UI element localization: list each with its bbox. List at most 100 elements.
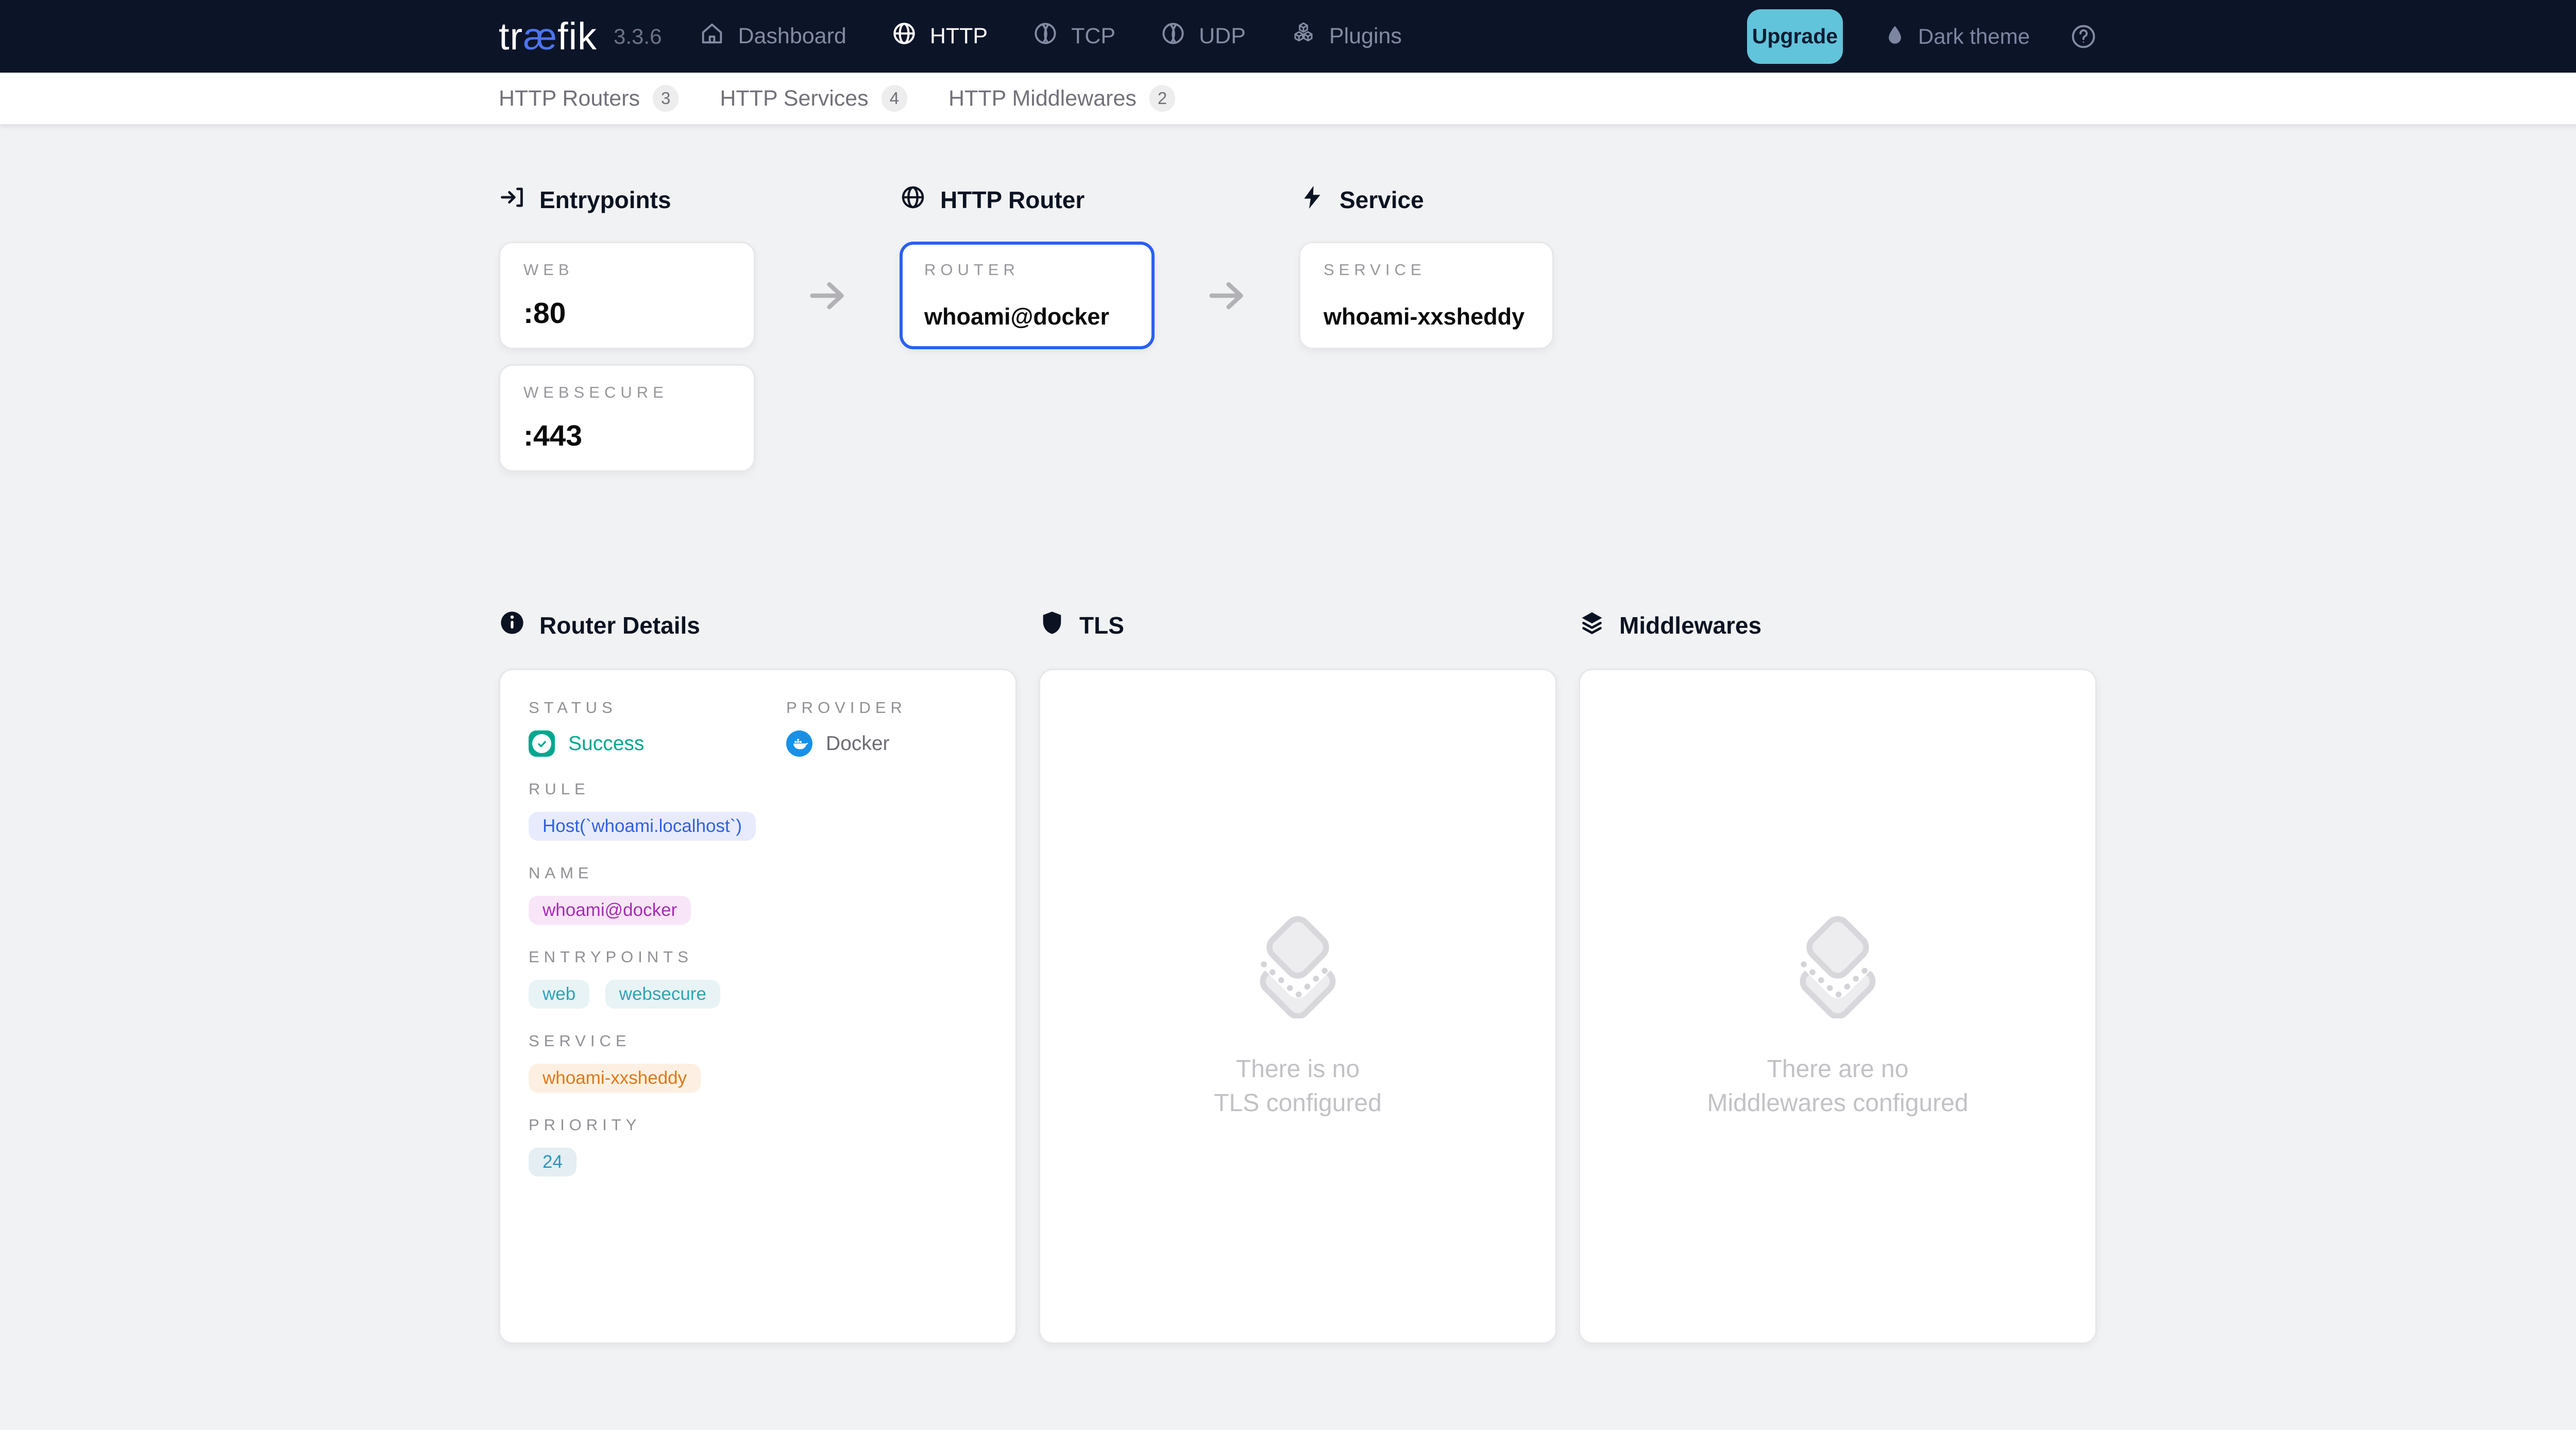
name-group: NAME whoami@docker [529,864,987,925]
entrypoints-header: Entrypoints [499,185,755,214]
globe-icon [891,20,918,53]
name-label: NAME [529,864,987,882]
arrow-right-icon [1204,273,1249,321]
globe-icon [900,184,926,216]
rule-group: RULE Host(`whoami.localhost`) [529,780,987,841]
rule-label: RULE [529,780,987,798]
priority-group: PRIORITY 24 [529,1116,987,1177]
main-nav: Dashboard HTTP TCP UDP [699,20,1401,53]
shield-icon [1039,609,1065,642]
logo-text-post: fik [557,14,597,58]
tab-http-routers[interactable]: HTTP Routers 3 [499,85,679,112]
priority-badge: 24 [529,1148,577,1177]
info-icon [499,609,526,642]
tab-label: HTTP Middlewares [948,86,1137,111]
router-details-header: Router Details [499,611,1017,640]
sphere-icon [1160,20,1187,53]
main-content: Entrypoints WEB :80 WEBSECURE :443 [499,185,2097,1344]
layers-empty-icon [1248,907,1347,1018]
tls-empty-text: There is no TLS configured [1214,1052,1382,1120]
router-details-card: STATUS Success PROVIDER [499,669,1017,1344]
status-value: Success [568,733,644,755]
traefik-logo[interactable]: træfik [499,14,597,58]
entrypoint-badge-web: web [529,980,589,1009]
section-title: TLS [1079,611,1124,639]
layers-empty-icon [1788,907,1887,1018]
card-value: :80 [523,296,731,330]
theme-label: Dark theme [1918,24,2030,49]
entry-arrow-icon [499,184,526,216]
section-title: Middlewares [1619,611,1761,639]
tls-column: TLS There is no TLS configured [1039,611,1557,1344]
flow-row: Entrypoints WEB :80 WEBSECURE :443 [499,185,2097,472]
home-icon [699,20,725,53]
middlewares-empty-text: There are no Middlewares configured [1707,1052,1969,1120]
tab-count-badge: 2 [1149,85,1175,112]
section-title: HTTP Router [940,186,1084,214]
nav-item-http[interactable]: HTTP [891,20,988,53]
version-label: 3.3.6 [614,24,662,49]
rule-badge: Host(`whoami.localhost`) [529,812,756,841]
flow-arrow-1 [755,185,900,472]
cubes-icon [1290,20,1317,53]
flow-arrow-2 [1155,185,1299,472]
success-check-icon [529,730,555,757]
entrypoint-badge-websecure: websecure [605,980,720,1009]
tab-http-middlewares[interactable]: HTTP Middlewares 2 [948,85,1175,112]
status-group: STATUS Success [529,699,786,757]
tab-http-services[interactable]: HTTP Services 4 [720,85,907,112]
droplet-icon [1883,23,1907,49]
service-card: SERVICE whoami-xxsheddy [1299,242,1554,349]
http-router-header: HTTP Router [900,185,1155,214]
theme-toggle[interactable]: Dark theme [1883,23,2030,49]
priority-label: PRIORITY [529,1116,987,1134]
status-label: STATUS [529,699,786,717]
arrow-right-icon [805,273,850,321]
nav-item-label: TCP [1071,24,1115,49]
provider-value: Docker [826,733,890,755]
upgrade-button[interactable]: Upgrade [1747,9,1843,64]
help-button[interactable] [2070,23,2097,50]
section-title: Entrypoints [539,186,671,214]
nav-item-dashboard[interactable]: Dashboard [699,20,846,53]
card-label: ROUTER [924,261,1130,279]
sphere-icon [1032,20,1059,53]
entrypoint-card-websecure: WEBSECURE :443 [499,364,755,472]
card-label: WEBSECURE [523,383,731,402]
middlewares-column: Middlewares There are no Middlewares con… [1579,611,2097,1344]
logo-text-pre: tr [499,14,523,58]
service-group: SERVICE whoami-xxsheddy [529,1032,987,1093]
entrypoints-column: Entrypoints WEB :80 WEBSECURE :443 [499,185,755,472]
details-row: Router Details STATUS Success [499,611,2097,1344]
provider-group: PROVIDER Docker [786,699,987,757]
nav-item-label: Dashboard [738,24,846,49]
router-column: HTTP Router ROUTER whoami@docker [900,185,1155,472]
router-details-column: Router Details STATUS Success [499,611,1017,1344]
card-value: :443 [523,419,731,453]
nav-item-udp[interactable]: UDP [1160,20,1246,53]
card-label: WEB [523,261,731,279]
tls-empty-line1: There is no [1214,1052,1382,1086]
service-badge[interactable]: whoami-xxsheddy [529,1064,701,1093]
tab-label: HTTP Routers [499,86,640,111]
nav-item-plugins[interactable]: Plugins [1290,20,1402,53]
navbar-right: Upgrade Dark theme [1747,9,2097,64]
name-badge: whoami@docker [529,896,691,925]
router-card: ROUTER whoami@docker [900,242,1155,349]
service-label: SERVICE [529,1032,987,1050]
service-header: Service [1299,185,1554,214]
entrypoints-label: ENTRYPOINTS [529,948,987,966]
middlewares-empty-line1: There are no [1707,1052,1969,1086]
provider-label: PROVIDER [786,699,987,717]
nav-item-tcp[interactable]: TCP [1032,20,1115,53]
nav-item-label: HTTP [930,24,988,49]
section-title: Router Details [539,611,700,639]
service-column: Service SERVICE whoami-xxsheddy [1299,185,1554,472]
tab-count-badge: 4 [882,85,907,112]
tls-card: There is no TLS configured [1039,669,1557,1344]
subnav: HTTP Routers 3 HTTP Services 4 HTTP Midd… [0,73,2576,124]
entrypoints-group: ENTRYPOINTS web websecure [529,948,987,1009]
entrypoint-card-web: WEB :80 [499,242,755,349]
top-navbar: træfik 3.3.6 Dashboard HTTP TCP [0,0,2576,73]
nav-item-label: Plugins [1329,24,1402,49]
